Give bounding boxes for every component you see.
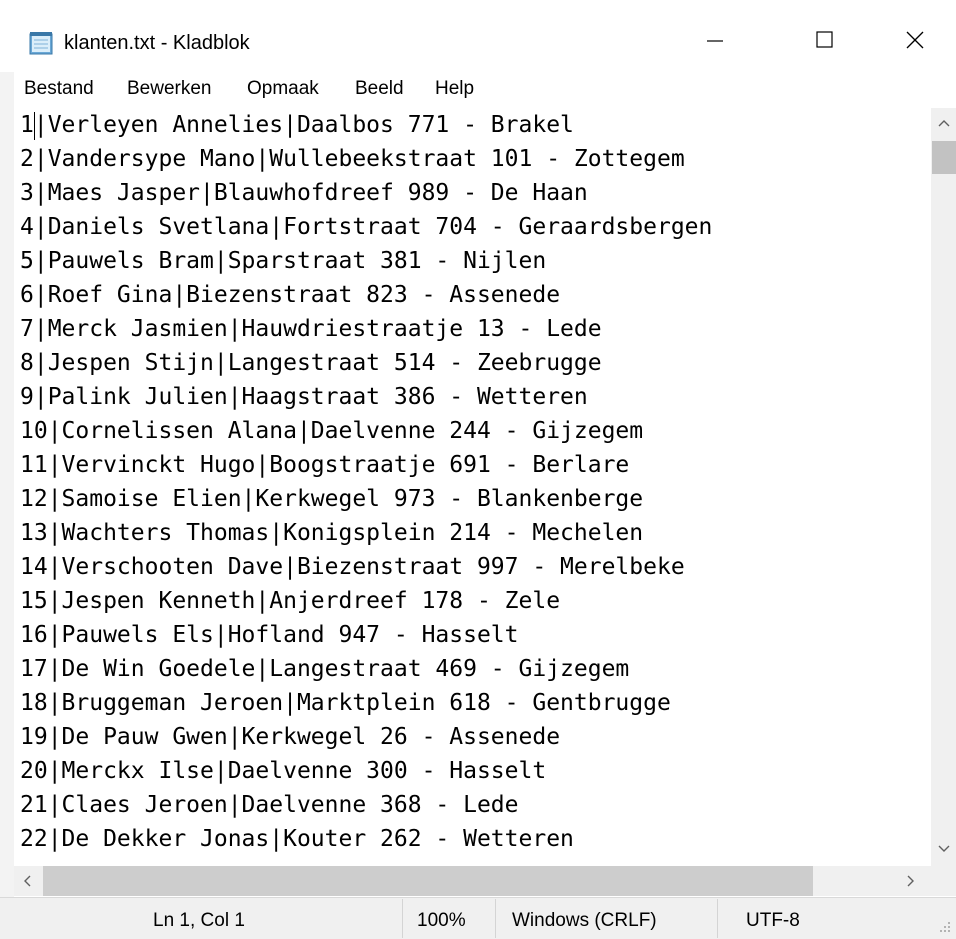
- scroll-left-icon[interactable]: [20, 874, 34, 893]
- menu-bewerken[interactable]: Bewerken: [127, 78, 212, 100]
- status-zoom: 100%: [417, 910, 466, 931]
- status-divider: [495, 899, 496, 938]
- menu-help[interactable]: Help: [435, 78, 474, 100]
- text-line: 7|Merck Jasmien|Hauwdriestraatje 13 - Le…: [20, 316, 602, 342]
- text-line: 19|De Pauw Gwen|Kerkwegel 26 - Assenede: [20, 724, 561, 750]
- status-encoding: UTF-8: [746, 910, 800, 931]
- text-line: 13|Wachters Thomas|Konigsplein 214 - Mec…: [20, 520, 644, 546]
- minimize-icon: [705, 30, 725, 55]
- window-left-border: [0, 72, 14, 897]
- scroll-up-icon[interactable]: [937, 116, 951, 135]
- text-line: 12|Samoise Elien|Kerkwegel 973 - Blanken…: [20, 486, 644, 512]
- minimize-button[interactable]: [686, 20, 744, 64]
- text-line: 17|De Win Goedele|Langestraat 469 - Gijz…: [20, 656, 630, 682]
- notepad-window: klanten.txt - Kladblok Bestand Bewerken …: [0, 0, 956, 939]
- text-line: 8|Jespen Stijn|Langestraat 514 - Zeebrug…: [20, 350, 602, 376]
- status-bar: [0, 897, 956, 939]
- text-line: 1|Verleyen Annelies|Daalbos 771 - Brakel: [20, 112, 574, 138]
- text-line: 3|Maes Jasper|Blauwhofdreef 989 - De Haa…: [20, 180, 588, 206]
- text-line: 16|Pauwels Els|Hofland 947 - Hasselt: [20, 622, 519, 648]
- resize-grip-icon[interactable]: [936, 918, 952, 939]
- text-line: 18|Bruggeman Jeroen|Marktplein 618 - Gen…: [20, 690, 671, 716]
- text-editor[interactable]: 1|Verleyen Annelies|Daalbos 771 - Brakel…: [14, 108, 931, 866]
- status-divider: [402, 899, 403, 938]
- window-title: klanten.txt - Kladblok: [64, 32, 250, 54]
- close-icon: [905, 30, 925, 55]
- notepad-icon: [29, 31, 55, 55]
- vertical-scrollbar[interactable]: [931, 108, 956, 866]
- text-line: 9|Palink Julien|Haagstraat 386 - Wettere…: [20, 384, 588, 410]
- text-line: 10|Cornelissen Alana|Daelvenne 244 - Gij…: [20, 418, 644, 444]
- text-line: 22|De Dekker Jonas|Kouter 262 - Wetteren: [20, 826, 574, 852]
- status-position: Ln 1, Col 1: [153, 910, 245, 931]
- text-line: 21|Claes Jeroen|Daelvenne 368 - Lede: [20, 792, 519, 818]
- text-line: 4|Daniels Svetlana|Fortstraat 704 - Gera…: [20, 214, 713, 240]
- close-button[interactable]: [886, 20, 944, 64]
- text-line: 15|Jespen Kenneth|Anjerdreef 178 - Zele: [20, 588, 561, 614]
- text-line: 11|Vervinckt Hugo|Boogstraatje 691 - Ber…: [20, 452, 630, 478]
- text-line: 6|Roef Gina|Biezenstraat 823 - Assenede: [20, 282, 561, 308]
- vertical-scroll-thumb[interactable]: [932, 141, 956, 174]
- status-divider: [717, 899, 718, 938]
- text-line: 20|Merckx Ilse|Daelvenne 300 - Hasselt: [20, 758, 547, 784]
- maximize-button[interactable]: [796, 20, 854, 64]
- scroll-down-icon[interactable]: [937, 842, 951, 861]
- horizontal-scroll-thumb[interactable]: [43, 866, 813, 896]
- status-line-endings: Windows (CRLF): [512, 910, 657, 931]
- text-line: 2|Vandersype Mano|Wullebeekstraat 101 - …: [20, 146, 685, 172]
- scrollbar-corner: [931, 866, 956, 896]
- menu-opmaak[interactable]: Opmaak: [247, 78, 319, 100]
- title-bar[interactable]: klanten.txt - Kladblok: [0, 0, 956, 72]
- maximize-icon: [815, 30, 835, 55]
- menu-bestand[interactable]: Bestand: [24, 78, 94, 100]
- scroll-right-icon[interactable]: [904, 874, 918, 893]
- text-line: 14|Verschooten Dave|Biezenstraat 997 - M…: [20, 554, 685, 580]
- menu-beeld[interactable]: Beeld: [355, 78, 404, 100]
- text-line: 5|Pauwels Bram|Sparstraat 381 - Nijlen: [20, 248, 547, 274]
